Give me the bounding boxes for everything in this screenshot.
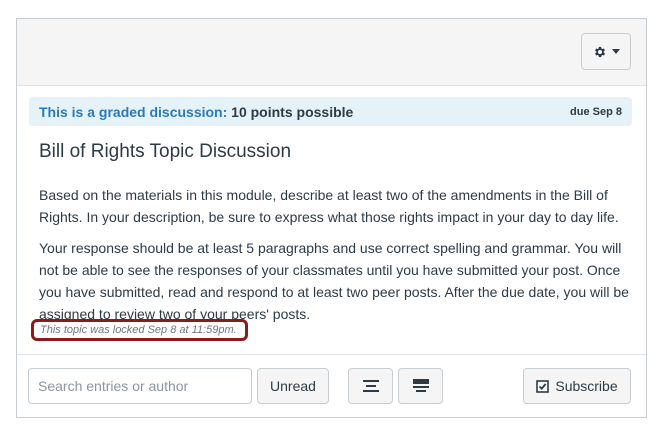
due-date: due Sep 8: [570, 105, 622, 118]
collapse-threads-button[interactable]: [398, 368, 443, 404]
graded-banner-lead: This is a graded discussion:: [39, 103, 228, 120]
discussion-panel: This is a graded discussion: 10 points p…: [16, 18, 647, 418]
gear-icon: [594, 46, 605, 57]
settings-menu-button[interactable]: [581, 33, 631, 70]
discussion-paragraph-1: Based on the materials in this module, d…: [39, 187, 619, 225]
discussion-toolbar: Unread Subscribe: [17, 354, 646, 417]
checkbox-checked-icon: [536, 379, 550, 393]
expand-threads-icon: [362, 380, 379, 392]
unread-filter-button[interactable]: Unread: [257, 368, 329, 404]
points-possible: 10 points possible: [231, 103, 354, 120]
subscribe-label: Subscribe: [555, 378, 618, 394]
caret-down-icon: [611, 49, 620, 54]
discussion-paragraph-2: Your response should be at least 5 parag…: [39, 240, 629, 322]
expand-threads-button[interactable]: [348, 368, 393, 404]
graded-banner-text: This is a graded discussion: 10 points p…: [39, 104, 353, 120]
topic-locked-note: This topic was locked Sep 8 at 11:59pm.: [31, 319, 248, 341]
search-input[interactable]: [28, 368, 252, 404]
subscribe-button[interactable]: Subscribe: [523, 368, 631, 404]
collapse-threads-icon: [412, 379, 429, 392]
graded-discussion-banner: This is a graded discussion: 10 points p…: [29, 97, 632, 126]
discussion-title: Bill of Rights Topic Discussion: [39, 141, 292, 162]
discussion-header-bar: [17, 19, 646, 86]
